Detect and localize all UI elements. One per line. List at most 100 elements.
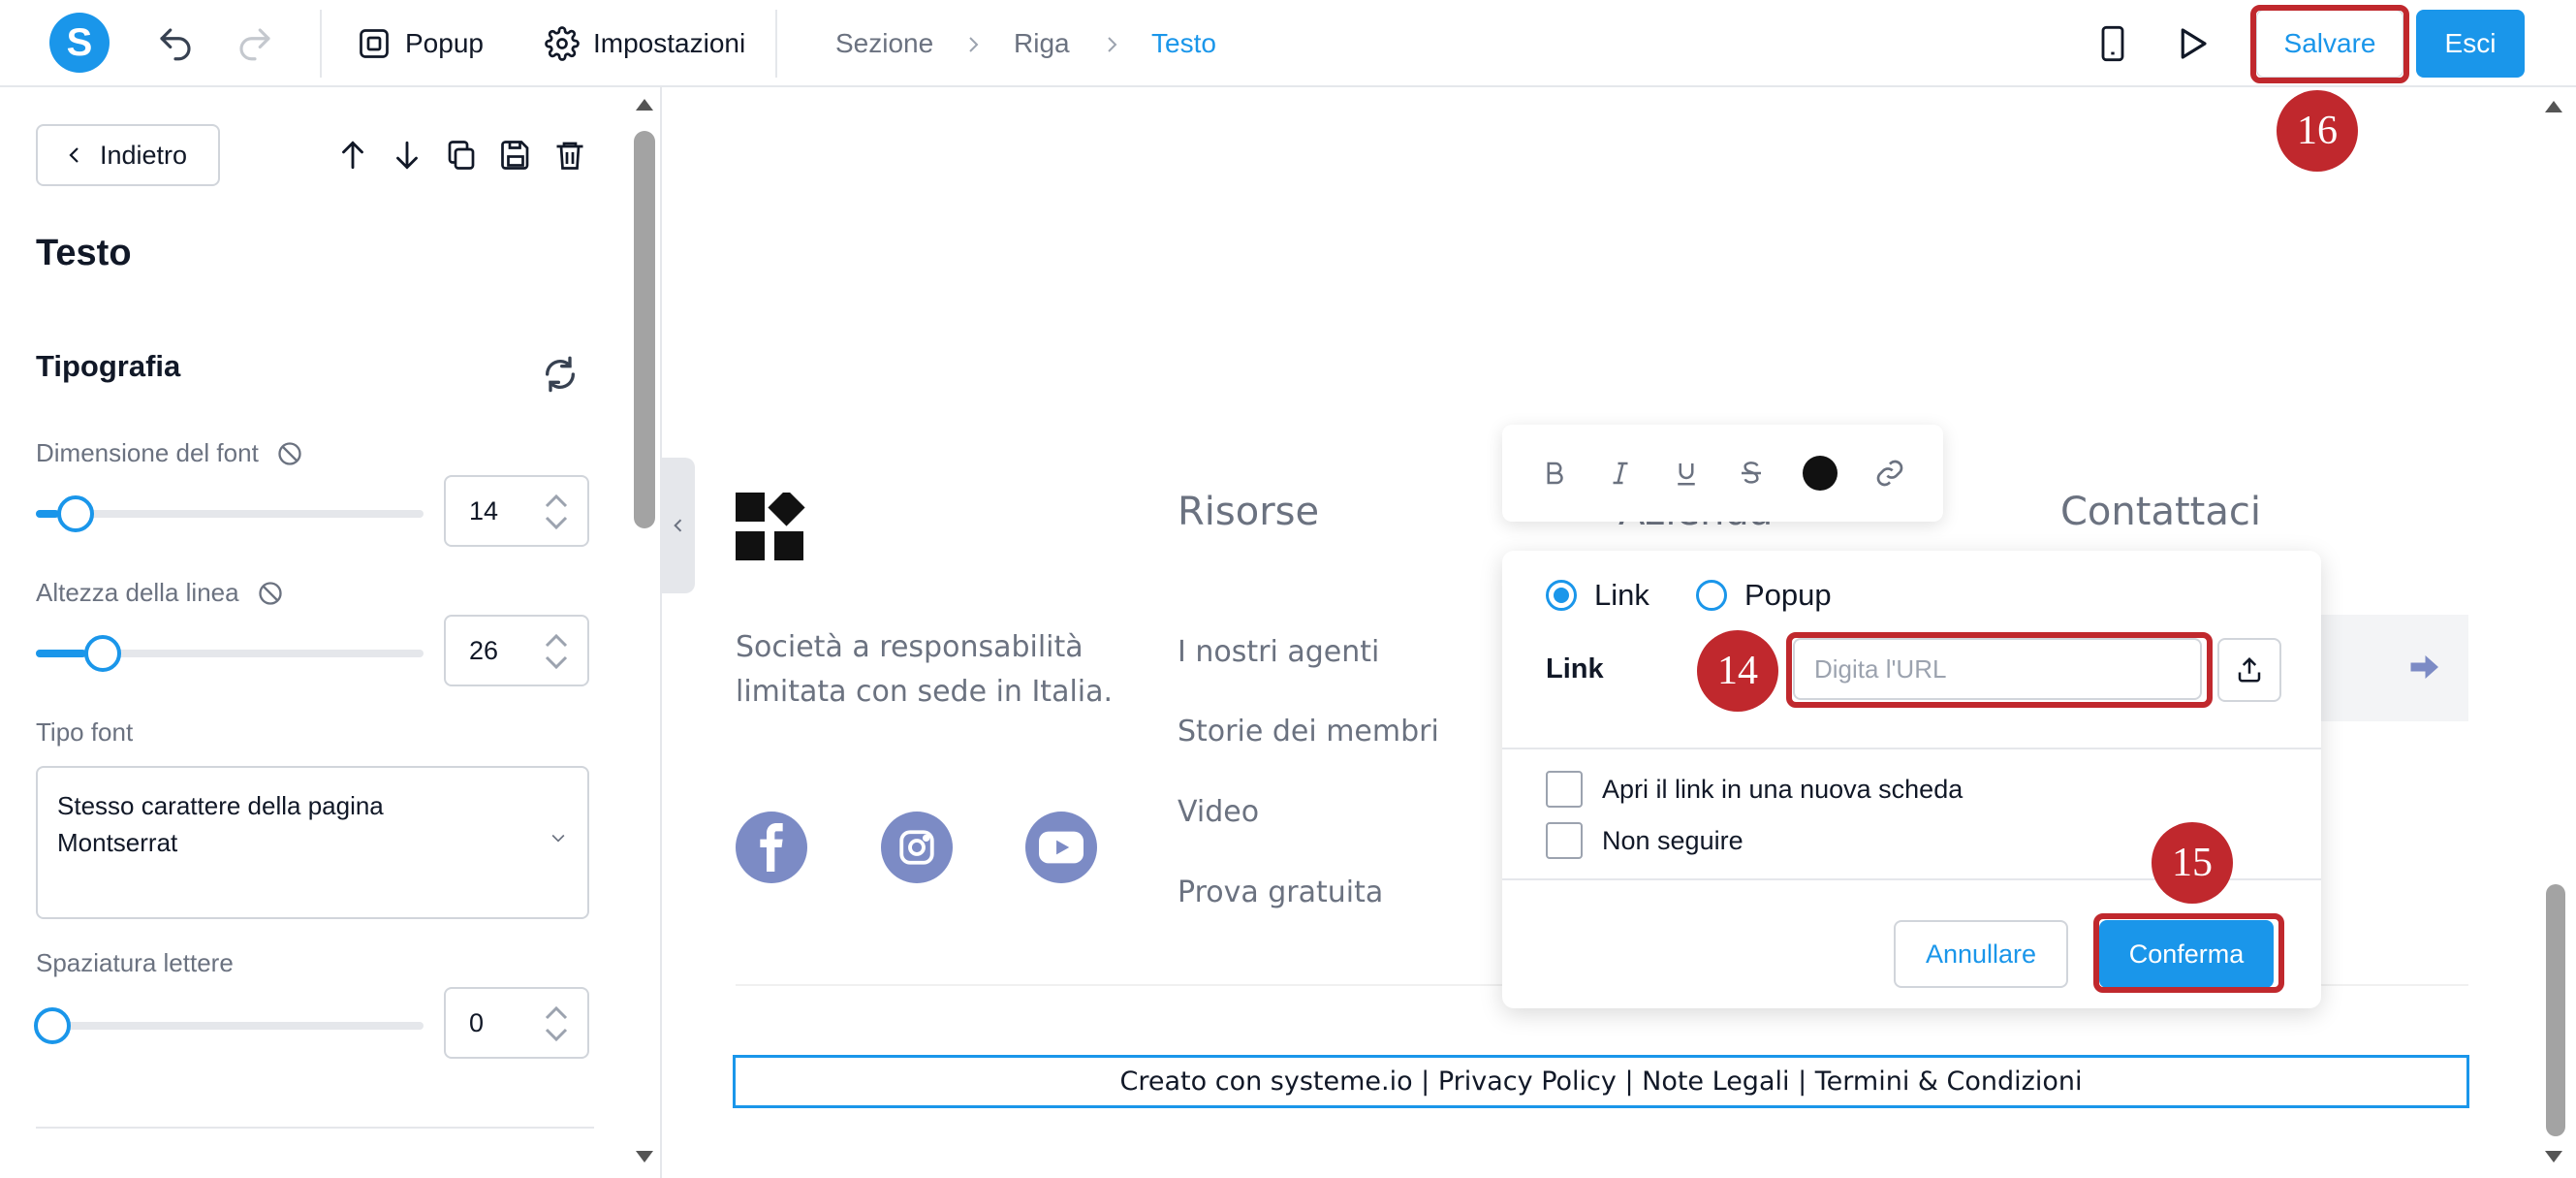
radio-popup[interactable]: Popup [1696,578,1832,613]
settings-sidebar: Indietro Testo Tipografia Dimensione del… [0,87,662,1178]
no-responsive-icon [258,581,282,605]
popup-button[interactable]: Popup [357,21,484,66]
slider-thumb[interactable] [84,635,121,672]
line-height-label: Altezza della linea [36,578,284,608]
chevron-left-icon [674,519,682,532]
systeme-logo[interactable]: S [49,13,110,73]
instagram-icon[interactable] [881,812,953,883]
company-logo-icon [736,493,808,562]
settings-button[interactable]: Impostazioni [545,21,745,66]
breadcrumb-riga[interactable]: Riga [1014,28,1070,59]
divider [320,10,322,78]
top-bar: S Popup Impostazioni Sezione Riga Testo … [0,0,2576,87]
slider-thumb[interactable] [34,1007,71,1044]
slider-fill [36,510,59,518]
scroll-down-arrow-icon[interactable] [2543,1149,2564,1164]
redo-icon[interactable] [235,23,275,64]
scroll-up-arrow-icon[interactable] [2543,99,2564,114]
duplicate-icon[interactable] [444,138,479,173]
newsletter-field-background[interactable] [2321,615,2468,721]
divider [1502,748,2321,749]
youtube-icon[interactable] [1025,812,1097,883]
font-size-slider[interactable] [36,495,424,532]
footer-link[interactable]: I nostri agenti [1178,635,1379,669]
divider [36,1127,594,1129]
upload-button[interactable] [2217,638,2281,702]
divider [775,10,777,78]
letter-spacing-input[interactable]: 0 [444,987,589,1059]
chevron-left-icon [69,147,79,163]
font-size-label-text: Dimensione del font [36,438,259,467]
move-down-icon[interactable] [389,136,425,175]
italic-icon[interactable] [1606,458,1635,489]
cancel-button[interactable]: Annullare [1894,920,2068,988]
line-height-slider[interactable] [36,635,424,672]
move-up-icon[interactable] [334,136,371,175]
font-size-value: 14 [469,495,499,525]
annotation-badge-14: 14 [1697,630,1778,712]
letter-spacing-label-text: Spaziatura lettere [36,948,234,977]
back-button[interactable]: Indietro [36,124,220,186]
undo-icon[interactable] [155,23,196,64]
nofollow-label: Non seguire [1602,825,1744,855]
font-size-input[interactable]: 14 [444,475,589,547]
link-icon[interactable] [1874,458,1905,489]
footer-link[interactable]: Prova gratuita [1178,876,1383,909]
line-height-input[interactable]: 26 [444,615,589,686]
radio-circle-checked [1546,580,1577,611]
font-type-select[interactable]: Stesso carattere della pagina Montserrat [36,766,589,919]
mobile-preview-icon[interactable] [2093,23,2132,64]
radio-popup-label: Popup [1744,578,1832,612]
font-type-value-line2: Montserrat [57,828,178,857]
text-format-toolbar [1502,425,1943,522]
scroll-down-arrow-icon[interactable] [634,1149,655,1164]
play-icon[interactable] [2171,23,2212,64]
strikethrough-icon[interactable] [1737,458,1766,489]
checkbox[interactable] [1546,771,1583,808]
radio-circle [1696,580,1727,611]
canvas-scrollbar-thumb[interactable] [2546,884,2565,1136]
stepper-icon [545,633,568,670]
font-type-value-line1: Stesso carattere della pagina [57,791,384,820]
radio-link[interactable]: Link [1546,578,1649,613]
breadcrumb-testo[interactable]: Testo [1151,28,1216,59]
breadcrumb-sezione[interactable]: Sezione [835,28,933,59]
credits-text-block[interactable]: Creato con systeme.io | Privacy Policy |… [733,1055,2469,1108]
annotation-highlight-url [1786,632,2213,708]
no-responsive-icon [278,441,301,465]
popup-label: Popup [405,28,484,58]
footer-link[interactable]: Storie dei membri [1178,715,1439,748]
font-size-label: Dimensione del font [36,438,303,468]
underline-icon[interactable] [1672,458,1701,489]
typography-section-title: Tipografia [36,349,181,383]
footer-link[interactable]: Video [1178,795,1259,829]
collapse-sidebar-button[interactable] [662,458,695,593]
bold-icon[interactable] [1540,458,1569,489]
column-heading-risorse: Risorse [1178,490,1320,534]
new-tab-checkbox[interactable]: Apri il link in una nuova scheda [1546,771,1963,808]
sidebar-scrollbar-thumb[interactable] [634,131,655,528]
save-block-icon[interactable] [498,138,533,173]
font-type-label: Tipo font [36,717,133,748]
trash-icon[interactable] [552,138,587,173]
arrow-right-icon[interactable] [2405,650,2442,685]
checkbox[interactable] [1546,822,1583,859]
scroll-up-arrow-icon[interactable] [634,97,655,112]
exit-button[interactable]: Esci [2416,10,2525,78]
gear-icon [545,26,580,61]
line-height-value: 26 [469,635,499,665]
text-color-swatch[interactable] [1803,456,1838,491]
facebook-icon[interactable] [736,812,807,883]
chevron-right-icon [1100,31,1123,58]
annotation-badge-16: 16 [2277,90,2358,172]
panel-title: Testo [36,233,132,273]
slider-thumb[interactable] [57,495,94,532]
nofollow-checkbox[interactable]: Non seguire [1546,822,1744,859]
chevron-down-icon [551,834,565,843]
annotation-highlight-confirm [2093,913,2284,993]
reset-icon[interactable] [541,355,580,394]
line-height-label-text: Altezza della linea [36,578,239,607]
popup-icon [360,29,389,58]
letter-spacing-slider[interactable] [34,1007,424,1044]
stepper-icon [545,493,568,530]
